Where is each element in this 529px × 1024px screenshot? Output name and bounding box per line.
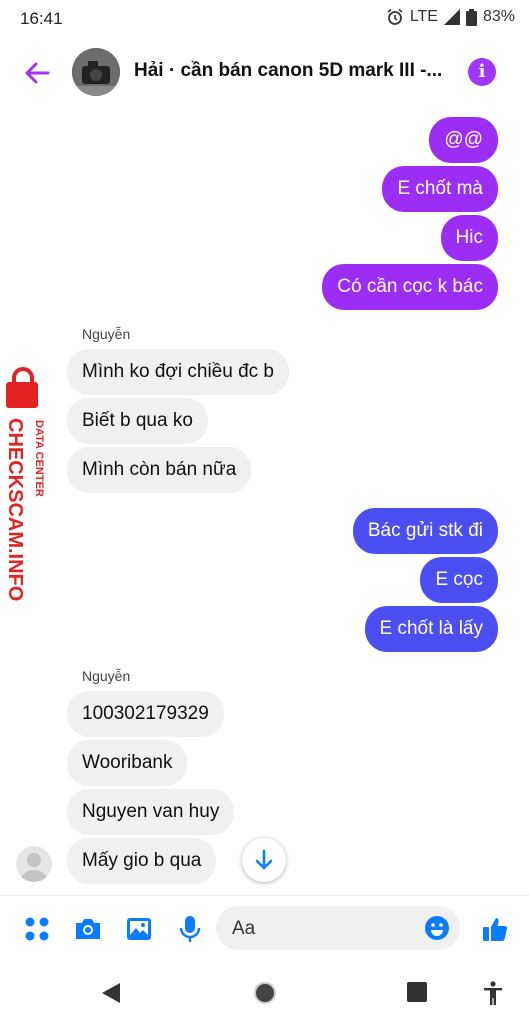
message-incoming[interactable]: Biết b qua ko (67, 398, 208, 444)
arrow-down-icon (255, 849, 273, 870)
menu-grid-icon[interactable] (22, 914, 52, 944)
message-incoming[interactable]: Mấy gio b qua (67, 838, 217, 884)
message-incoming[interactable]: Wooribank (67, 740, 188, 786)
message-outgoing[interactable]: E chốt là lấy (364, 606, 498, 652)
info-icon[interactable]: i (468, 58, 496, 86)
svg-text:DATA CENTER: DATA CENTER (33, 420, 45, 497)
gallery-icon[interactable] (124, 914, 154, 944)
message-incoming[interactable]: Mình ko đợi chiều đc b (67, 349, 290, 395)
thumbs-up-icon[interactable] (480, 914, 510, 944)
message-outgoing[interactable]: Bác gửi stk đi (352, 508, 498, 554)
sender-name: Nguyễn (82, 668, 131, 684)
status-bar: 16:41 LTE 83% (0, 0, 529, 36)
battery-icon (465, 8, 477, 26)
camera-icon[interactable] (73, 914, 103, 944)
chat-header: Hải · cần bán canon 5D mark III -... i (0, 36, 529, 108)
watermark-logo: CHECKSCAM.INFO DATA CENTER (2, 366, 62, 626)
message-outgoing[interactable]: Có cần cọc k bác (322, 264, 498, 310)
system-nav-bar (0, 965, 529, 1024)
message-outgoing[interactable]: @@ (429, 117, 498, 163)
message-input-placeholder: Aa (232, 918, 256, 939)
message-outgoing[interactable]: Hic (440, 215, 498, 261)
emoji-icon[interactable] (424, 915, 450, 941)
message-incoming[interactable]: Nguyen van huy (67, 789, 235, 835)
message-outgoing[interactable]: E cọc (420, 557, 498, 603)
chat-title[interactable]: Hải · cần bán canon 5D mark III -... (134, 60, 454, 82)
battery-percent: 83% (482, 8, 515, 25)
chat-avatar[interactable] (72, 48, 120, 96)
nav-back-icon[interactable] (100, 981, 122, 1005)
status-time: 16:41 (20, 9, 63, 28)
microphone-icon[interactable] (175, 914, 205, 944)
message-incoming[interactable]: Mình còn bán nữa (67, 447, 252, 493)
accessibility-icon[interactable] (482, 981, 504, 1005)
alarm-icon (387, 8, 403, 25)
scroll-down-button[interactable] (242, 838, 286, 882)
nav-home-icon[interactable] (252, 980, 278, 1006)
sender-name: Nguyễn (82, 326, 131, 342)
message-incoming[interactable]: 100302179329 (67, 691, 224, 737)
back-arrow-icon[interactable] (22, 58, 52, 88)
network-label: LTE (409, 8, 438, 25)
signal-icon (443, 9, 460, 25)
nav-recents-icon[interactable] (406, 981, 428, 1003)
sender-avatar[interactable] (16, 846, 52, 882)
svg-text:CHECKSCAM.INFO: CHECKSCAM.INFO (4, 418, 26, 601)
message-outgoing[interactable]: E chốt mà (382, 166, 498, 212)
message-composer: Aa (0, 895, 529, 966)
message-input[interactable]: Aa (216, 906, 460, 950)
